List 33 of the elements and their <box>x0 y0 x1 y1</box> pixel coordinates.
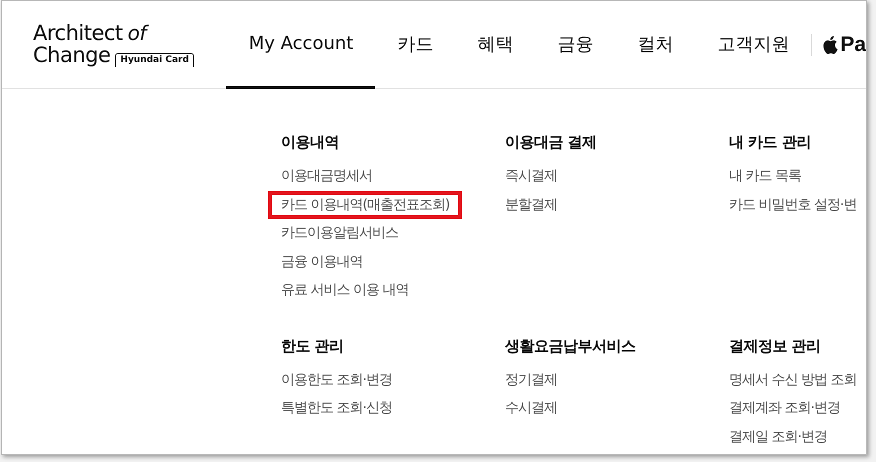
nav-tab[interactable]: My Account <box>226 1 376 89</box>
menu-link[interactable]: 금융 이용내역 <box>268 248 376 276</box>
nav-tab[interactable]: 고객지원 <box>695 1 812 89</box>
menu-link[interactable]: 특별한도 조회·신청 <box>268 394 405 422</box>
menu-heading: 한도 관리 <box>281 336 344 356</box>
menu-link[interactable]: 즉시결제 <box>492 162 570 190</box>
menu-link[interactable]: 수시결제 <box>492 394 570 422</box>
menu-link[interactable]: 내 카드 목록 <box>716 162 814 190</box>
menu-link[interactable]: 결제일 조회·변경 <box>716 422 840 450</box>
menu-link[interactable]: 카드 이용내역(매출전표조회) <box>268 190 462 218</box>
menu-heading: 내 카드 관리 <box>729 132 811 152</box>
menu-link[interactable]: 정기결제 <box>492 366 570 394</box>
nav-tab[interactable]: 카드 <box>375 1 456 89</box>
menu-heading: 결제정보 관리 <box>729 336 821 356</box>
pay-text[interactable]: Pa <box>840 32 866 56</box>
menu-link[interactable]: 분할결제 <box>492 190 570 218</box>
menu-link[interactable]: 카드 비밀번호 설정·변 <box>716 190 866 218</box>
menu-link[interactable]: 명세서 수신 방법 조회 <box>716 366 866 394</box>
brand-badge: Hyundai Card <box>115 53 194 67</box>
menu-heading: 생활요금납부서비스 <box>505 336 636 356</box>
menu-link[interactable]: 이용한도 조회·변경 <box>268 366 405 394</box>
menu-link[interactable]: 이용대금명세서 <box>268 162 385 190</box>
nav-tab[interactable]: 혜택 <box>455 1 536 89</box>
menu-link[interactable]: 결제계좌 조회·변경 <box>716 394 853 422</box>
logo-text: Architect <box>33 22 123 44</box>
menu-link[interactable]: 유료 서비스 이용 내역 <box>268 276 422 304</box>
logo-text: Change <box>33 44 110 66</box>
nav-tab[interactable]: 컬처 <box>615 1 696 89</box>
menu-heading: 이용대금 결제 <box>505 132 597 152</box>
nav-tab[interactable]: 금융 <box>535 1 616 89</box>
menu-heading: 이용내역 <box>281 132 339 152</box>
menu-link[interactable]: 카드이용알림서비스 <box>268 219 411 247</box>
apple-icon <box>822 35 838 54</box>
